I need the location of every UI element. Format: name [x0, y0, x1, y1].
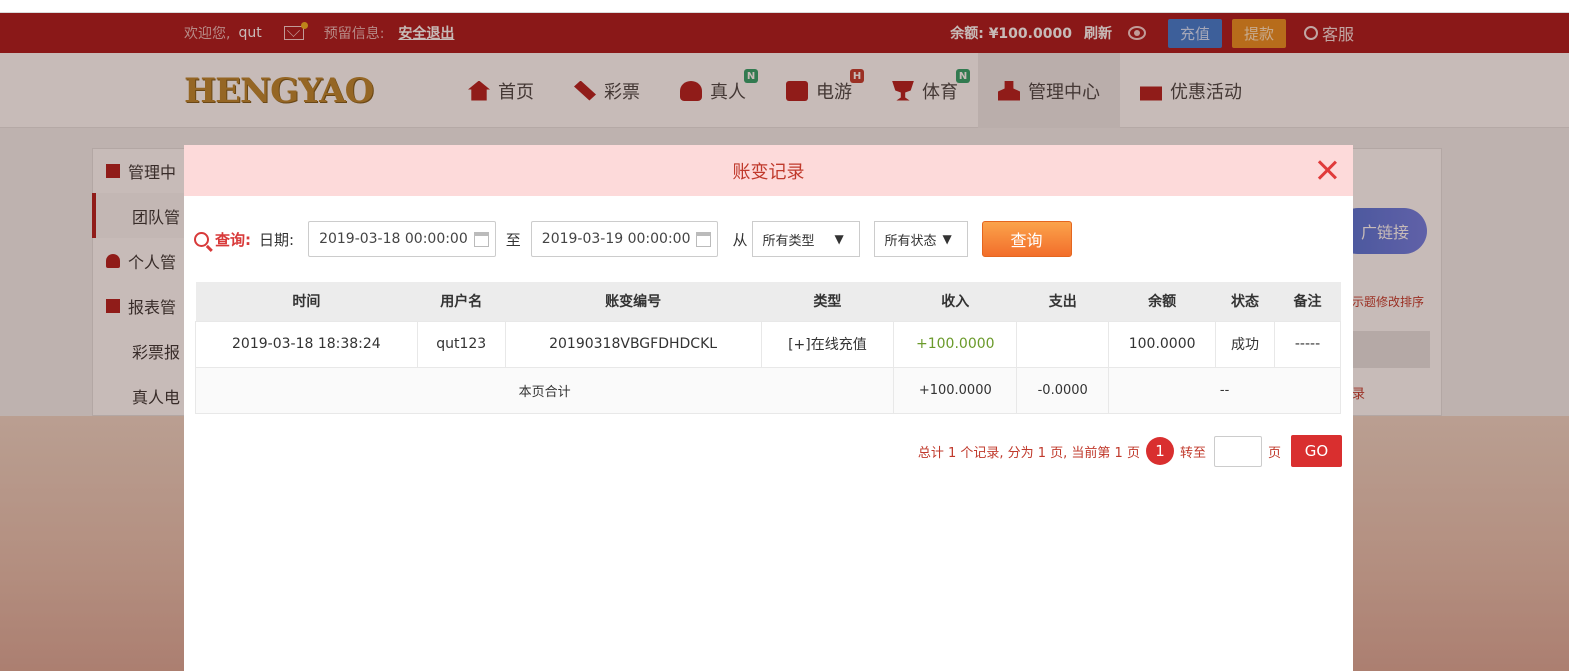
column-header: 备注: [1274, 282, 1341, 321]
cell-id: 20190318VBGFDHDCKL: [504, 320, 762, 368]
page-total-expense: -0.0000: [1016, 366, 1110, 414]
page-total-rest: --: [1108, 366, 1341, 414]
goto-label: 转至: [1179, 445, 1206, 461]
caret-down-icon: ▼: [942, 232, 952, 246]
column-header: 收入: [893, 282, 1017, 321]
column-header: 类型: [761, 282, 894, 321]
calendar-icon[interactable]: [696, 231, 712, 247]
page-jump-input[interactable]: [1213, 435, 1262, 467]
table-row: 2019-03-18 18:38:24 qut123 20190318VBGFD…: [195, 320, 1341, 368]
date-from-input[interactable]: 2019-03-18 00:00:00: [308, 221, 496, 257]
pagination: 总计 1 个记录, 分为 1 页, 当前第 1 页 1 转至 页 GO: [918, 435, 1342, 467]
modal-header: 账变记录: [184, 145, 1353, 196]
column-header: 状态: [1215, 282, 1275, 321]
date-to-value: 2019-03-19 00:00:00: [541, 231, 691, 247]
column-header: 支出: [1016, 282, 1109, 321]
column-header: 用户名: [417, 282, 506, 321]
modal-title: 账变记录: [732, 161, 805, 183]
page-number-current[interactable]: 1: [1145, 437, 1174, 465]
date-from-value: 2019-03-18 00:00:00: [319, 231, 468, 247]
cell-expense: [1016, 320, 1110, 368]
page-total-label: 本页合计: [194, 366, 895, 414]
search-icon: [194, 231, 209, 247]
cell-income: +100.0000: [893, 320, 1018, 368]
cell-user: qut123: [416, 320, 506, 368]
caret-down-icon: ▼: [834, 232, 844, 246]
query-button[interactable]: 查询: [981, 221, 1072, 257]
pagination-summary: 总计 1 个记录, 分为 1 页, 当前第 1 页: [917, 445, 1140, 461]
calendar-icon[interactable]: [473, 231, 489, 247]
cell-type: [+]在线充值: [760, 320, 895, 368]
top-strip: [0, 0, 1569, 13]
page-total-income: +100.0000: [893, 366, 1018, 414]
cell-time: 2019-03-18 18:38:24: [195, 320, 418, 368]
query-label: 查询:: [215, 230, 251, 249]
column-header: 账变编号: [505, 282, 762, 321]
transaction-modal: 账变记录 查询: 日期: 2019-03-18 00:00:00 至 2019-…: [184, 145, 1353, 671]
type-select-value: 所有类型: [762, 233, 815, 249]
filter-bar: 查询: 日期: 2019-03-18 00:00:00 至 2019-03-19…: [194, 221, 1072, 257]
date-label: 日期:: [259, 230, 295, 249]
transactions-table: 时间 用户名 账变编号 类型 收入 支出 余额 状态 备注 2019-03-18…: [194, 282, 1341, 414]
to-label: 至: [505, 230, 521, 249]
date-to-input[interactable]: 2019-03-19 00:00:00: [530, 221, 719, 257]
column-header: 时间: [195, 282, 418, 321]
go-button[interactable]: GO: [1291, 435, 1342, 467]
from-label: 从: [732, 230, 748, 249]
page-unit-label: 页: [1267, 445, 1281, 461]
table-header-row: 时间 用户名 账变编号 类型 收入 支出 余额 状态 备注: [195, 282, 1341, 321]
close-icon[interactable]: [1315, 158, 1339, 182]
cell-status: 成功: [1215, 320, 1276, 368]
type-select[interactable]: 所有类型 ▼: [751, 221, 860, 257]
page-total-row: 本页合计 +100.0000 -0.0000 --: [194, 366, 1341, 414]
cell-balance: 100.0000: [1108, 320, 1217, 368]
cell-note: -----: [1274, 320, 1341, 368]
status-select-value: 所有状态: [884, 233, 937, 249]
status-select[interactable]: 所有状态 ▼: [873, 221, 968, 257]
column-header: 余额: [1108, 282, 1216, 321]
